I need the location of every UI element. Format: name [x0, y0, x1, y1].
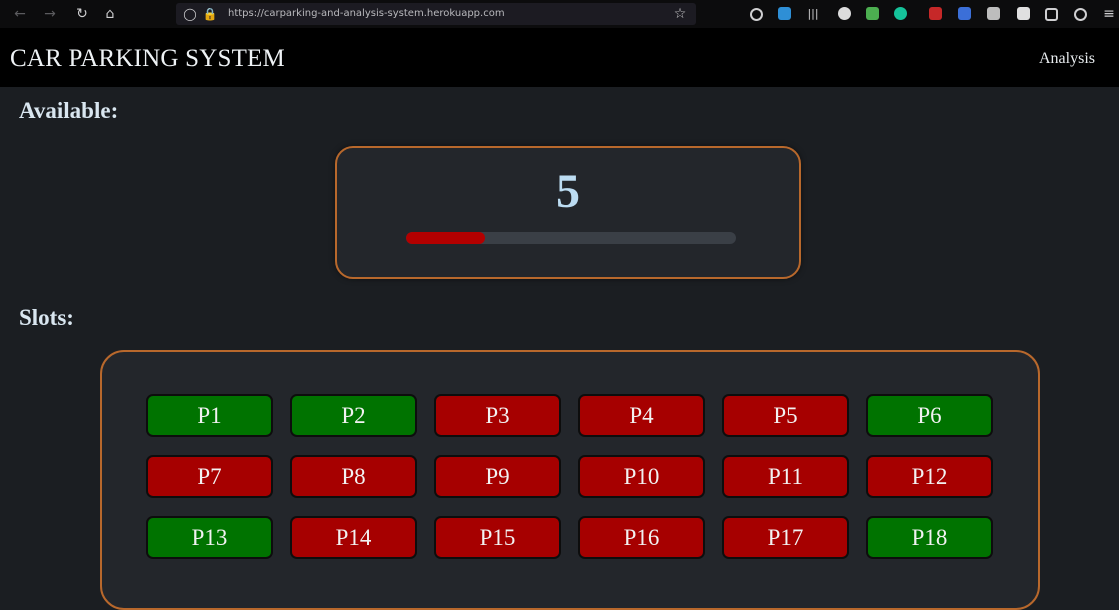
home-icon[interactable]: ⌂: [100, 4, 120, 24]
slots-card: P1 P2 P3 P4 P5 P6 P7 P8 P9 P10 P11 P12 P13 P14 P15 P16 P…: [100, 350, 1040, 610]
slot-p2[interactable]: P2: [290, 394, 417, 437]
available-card: 5: [335, 146, 801, 279]
lock-icon[interactable]: 🔒: [202, 3, 218, 25]
availability-progress-fill: [406, 232, 486, 244]
browser-toolbar: ← → ↻ ⌂ ◯ 🔒 https://carparking-and-analy…: [0, 0, 1119, 28]
bookmark-star-icon[interactable]: ☆: [672, 3, 688, 25]
slot-p17[interactable]: P17: [722, 516, 849, 559]
available-heading: Available:: [19, 98, 119, 123]
extension-download-icon[interactable]: [866, 7, 879, 20]
slot-p7[interactable]: P7: [146, 455, 273, 498]
slots-heading: Slots:: [19, 305, 74, 330]
slot-p11[interactable]: P11: [722, 455, 849, 498]
reload-icon[interactable]: ↻: [72, 4, 92, 24]
extension-gray-icon[interactable]: [987, 7, 1000, 20]
slot-p5[interactable]: P5: [722, 394, 849, 437]
extension-account-icon[interactable]: [838, 7, 851, 20]
extension-gear-icon[interactable]: [1074, 8, 1087, 21]
analysis-link[interactable]: Analysis: [1039, 50, 1095, 68]
slot-p16[interactable]: P16: [578, 516, 705, 559]
back-icon[interactable]: ←: [10, 4, 30, 24]
slot-p6[interactable]: P6: [866, 394, 993, 437]
slot-p13[interactable]: P13: [146, 516, 273, 559]
address-bar[interactable]: ◯ 🔒 https://carparking-and-analysis-syst…: [176, 3, 696, 25]
slot-grid: P1 P2 P3 P4 P5 P6 P7 P8 P9 P10 P11 P12 P13 P14 P15 P16 P…: [146, 394, 993, 559]
slot-p9[interactable]: P9: [434, 455, 561, 498]
shield-icon[interactable]: ◯: [182, 3, 198, 25]
forward-icon[interactable]: →: [40, 4, 60, 24]
app-navbar: CAR PARKING SYSTEM Analysis: [0, 28, 1119, 87]
url-text[interactable]: https://carparking-and-analysis-system.h…: [228, 3, 505, 25]
slot-p18[interactable]: P18: [866, 516, 993, 559]
extension-shield-icon[interactable]: [958, 7, 971, 20]
slot-p14[interactable]: P14: [290, 516, 417, 559]
menu-icon[interactable]: ≡: [1099, 4, 1119, 24]
slot-p10[interactable]: P10: [578, 455, 705, 498]
extension-grammar-icon[interactable]: [894, 7, 907, 20]
extension-c-icon[interactable]: [1045, 8, 1058, 21]
slot-p12[interactable]: P12: [866, 455, 993, 498]
availability-progress-bar: [406, 232, 736, 244]
slot-p3[interactable]: P3: [434, 394, 561, 437]
slot-p1[interactable]: P1: [146, 394, 273, 437]
library-icon[interactable]: |||: [803, 4, 823, 24]
slot-p15[interactable]: P15: [434, 516, 561, 559]
extension-s-icon[interactable]: [1017, 7, 1030, 20]
brand-title[interactable]: CAR PARKING SYSTEM: [10, 45, 285, 73]
available-count: 5: [556, 165, 580, 218]
downloads-icon[interactable]: [778, 7, 791, 20]
extension-red-icon[interactable]: [929, 7, 942, 20]
slot-p4[interactable]: P4: [578, 394, 705, 437]
slot-p8[interactable]: P8: [290, 455, 417, 498]
pocket-icon[interactable]: [750, 8, 763, 21]
